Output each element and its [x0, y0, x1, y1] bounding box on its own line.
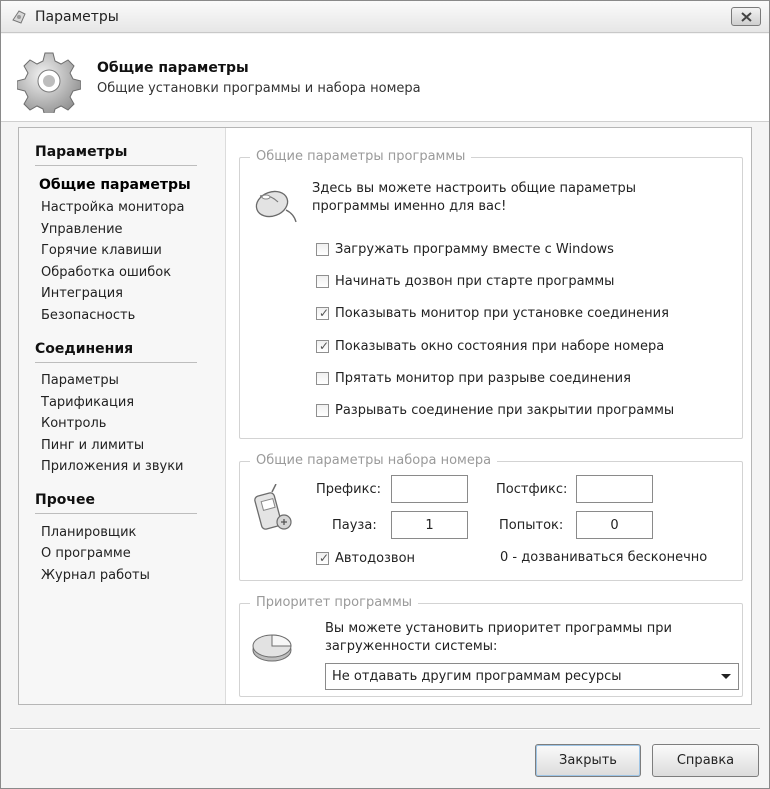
check-icon: ✓	[319, 551, 330, 565]
check-icon: ✓	[319, 306, 330, 320]
checkbox-box[interactable]	[316, 404, 329, 417]
priority-description-line: Вы можете установить приоритет программы…	[325, 621, 672, 636]
page-title: Общие параметры	[97, 60, 249, 76]
program-description: Здесь вы можете настроить общие параметр…	[312, 180, 636, 216]
sidebar-item-about[interactable]: О программе	[41, 546, 131, 561]
checkbox-box[interactable]	[316, 275, 329, 288]
checkbox-label: Показывать монитор при установке соедине…	[335, 306, 669, 321]
checkbox-label: Прятать монитор при разрыве соединения	[335, 371, 631, 386]
group-legend: Приоритет программы	[250, 595, 419, 610]
prefix-input[interactable]	[391, 475, 468, 503]
footer-divider	[10, 728, 760, 729]
checkbox-label: Начинать дозвон при старте программы	[335, 274, 615, 289]
sidebar-item-control-conn[interactable]: Контроль	[41, 416, 106, 431]
sidebar-item-errors[interactable]: Обработка ошибок	[41, 265, 171, 280]
phone-icon	[254, 484, 292, 530]
priority-select[interactable]: Не отдавать другим программам ресурсы	[325, 663, 739, 690]
content-panel: Параметры Общие параметры Настройка мони…	[18, 127, 752, 705]
sidebar: Параметры Общие параметры Настройка мони…	[19, 128, 226, 704]
mouse-icon	[255, 190, 297, 223]
window-title: Параметры	[35, 9, 119, 25]
checkbox-box[interactable]	[316, 243, 329, 256]
sidebar-item-control[interactable]: Управление	[41, 222, 123, 237]
group-legend: Общие параметры набора номера	[250, 453, 498, 468]
checkbox-label: Разрывать соединение при закрытии програ…	[335, 403, 675, 418]
checkbox-label: Автодозвон	[335, 551, 416, 566]
checkbox-box[interactable]	[316, 372, 329, 385]
sidebar-item-tariff[interactable]: Тарификация	[41, 395, 134, 410]
sidebar-item-log[interactable]: Журнал работы	[41, 568, 150, 583]
window-close-button[interactable]	[731, 7, 761, 26]
app-icon	[12, 10, 26, 24]
attempts-label: Попыток:	[499, 518, 564, 533]
priority-select-value: Не отдавать другим программам ресурсы	[332, 669, 622, 684]
priority-description-line: загруженности системы:	[325, 639, 498, 654]
sidebar-item-hotkeys[interactable]: Горячие клавиши	[41, 243, 162, 258]
sidebar-divider	[35, 165, 197, 166]
priority-group: Приоритет программы Вы можете установить…	[239, 595, 743, 697]
sidebar-item-monitor[interactable]: Настройка монитора	[41, 200, 185, 215]
pause-input[interactable]	[391, 511, 468, 539]
close-button[interactable]: Закрыть	[535, 744, 641, 777]
gear-icon	[17, 52, 81, 113]
sidebar-section-parameters: Параметры	[35, 144, 128, 160]
main-panel: Общие параметры программы Здесь вы может…	[227, 128, 751, 704]
checkbox-label: Показывать окно состояния при наборе ном…	[335, 339, 665, 354]
infinite-dial-note: 0 - дозваниваться бесконечно	[500, 550, 708, 565]
prefix-label: Префикс:	[316, 482, 381, 497]
settings-window: Параметры Общие параметры Общие установк…	[0, 0, 770, 789]
priority-description: Вы можете установить приоритет программы…	[325, 620, 672, 656]
checkbox-box[interactable]: ✓	[316, 551, 330, 565]
program-description-line: Здесь вы можете настроить общие параметр…	[312, 181, 637, 196]
page-header: Общие параметры Общие установки программ…	[1, 34, 769, 122]
help-button[interactable]: Справка	[652, 744, 759, 777]
program-description-line: программы именно для вас!	[312, 199, 507, 214]
sidebar-divider	[35, 513, 197, 514]
postfix-label: Постфикс:	[496, 482, 568, 497]
dial-settings-group: Общие параметры набора номера Префикс: П…	[239, 453, 743, 581]
sidebar-item-general[interactable]: Общие параметры	[39, 177, 191, 193]
postfix-input[interactable]	[576, 475, 653, 503]
sidebar-item-ping[interactable]: Пинг и лимиты	[41, 438, 144, 453]
sidebar-divider	[35, 362, 197, 363]
group-legend: Общие параметры программы	[250, 149, 472, 164]
pause-label: Пауза:	[332, 518, 377, 533]
close-icon	[741, 12, 752, 22]
sidebar-item-conn-params[interactable]: Параметры	[41, 373, 119, 388]
checkbox-box[interactable]: ✓	[316, 339, 330, 353]
sidebar-item-apps-sounds[interactable]: Приложения и звуки	[41, 459, 184, 474]
pie-chart-icon	[252, 634, 292, 662]
check-icon: ✓	[319, 339, 330, 353]
attempts-input[interactable]	[576, 511, 653, 539]
title-bar: Параметры	[1, 1, 769, 33]
page-subtitle: Общие установки программы и набора номер…	[97, 81, 421, 96]
sidebar-item-integration[interactable]: Интеграция	[41, 286, 123, 301]
program-settings-group: Общие параметры программы Здесь вы может…	[239, 149, 743, 439]
checkbox-box[interactable]: ✓	[316, 306, 330, 320]
sidebar-section-other: Прочее	[35, 492, 95, 508]
sidebar-item-scheduler[interactable]: Планировщик	[41, 525, 136, 540]
sidebar-section-connections: Соединения	[35, 341, 134, 357]
checkbox-label: Загружать программу вместе с Windows	[335, 242, 614, 257]
chevron-down-icon[interactable]	[719, 669, 733, 683]
sidebar-item-security[interactable]: Безопасность	[41, 308, 135, 323]
